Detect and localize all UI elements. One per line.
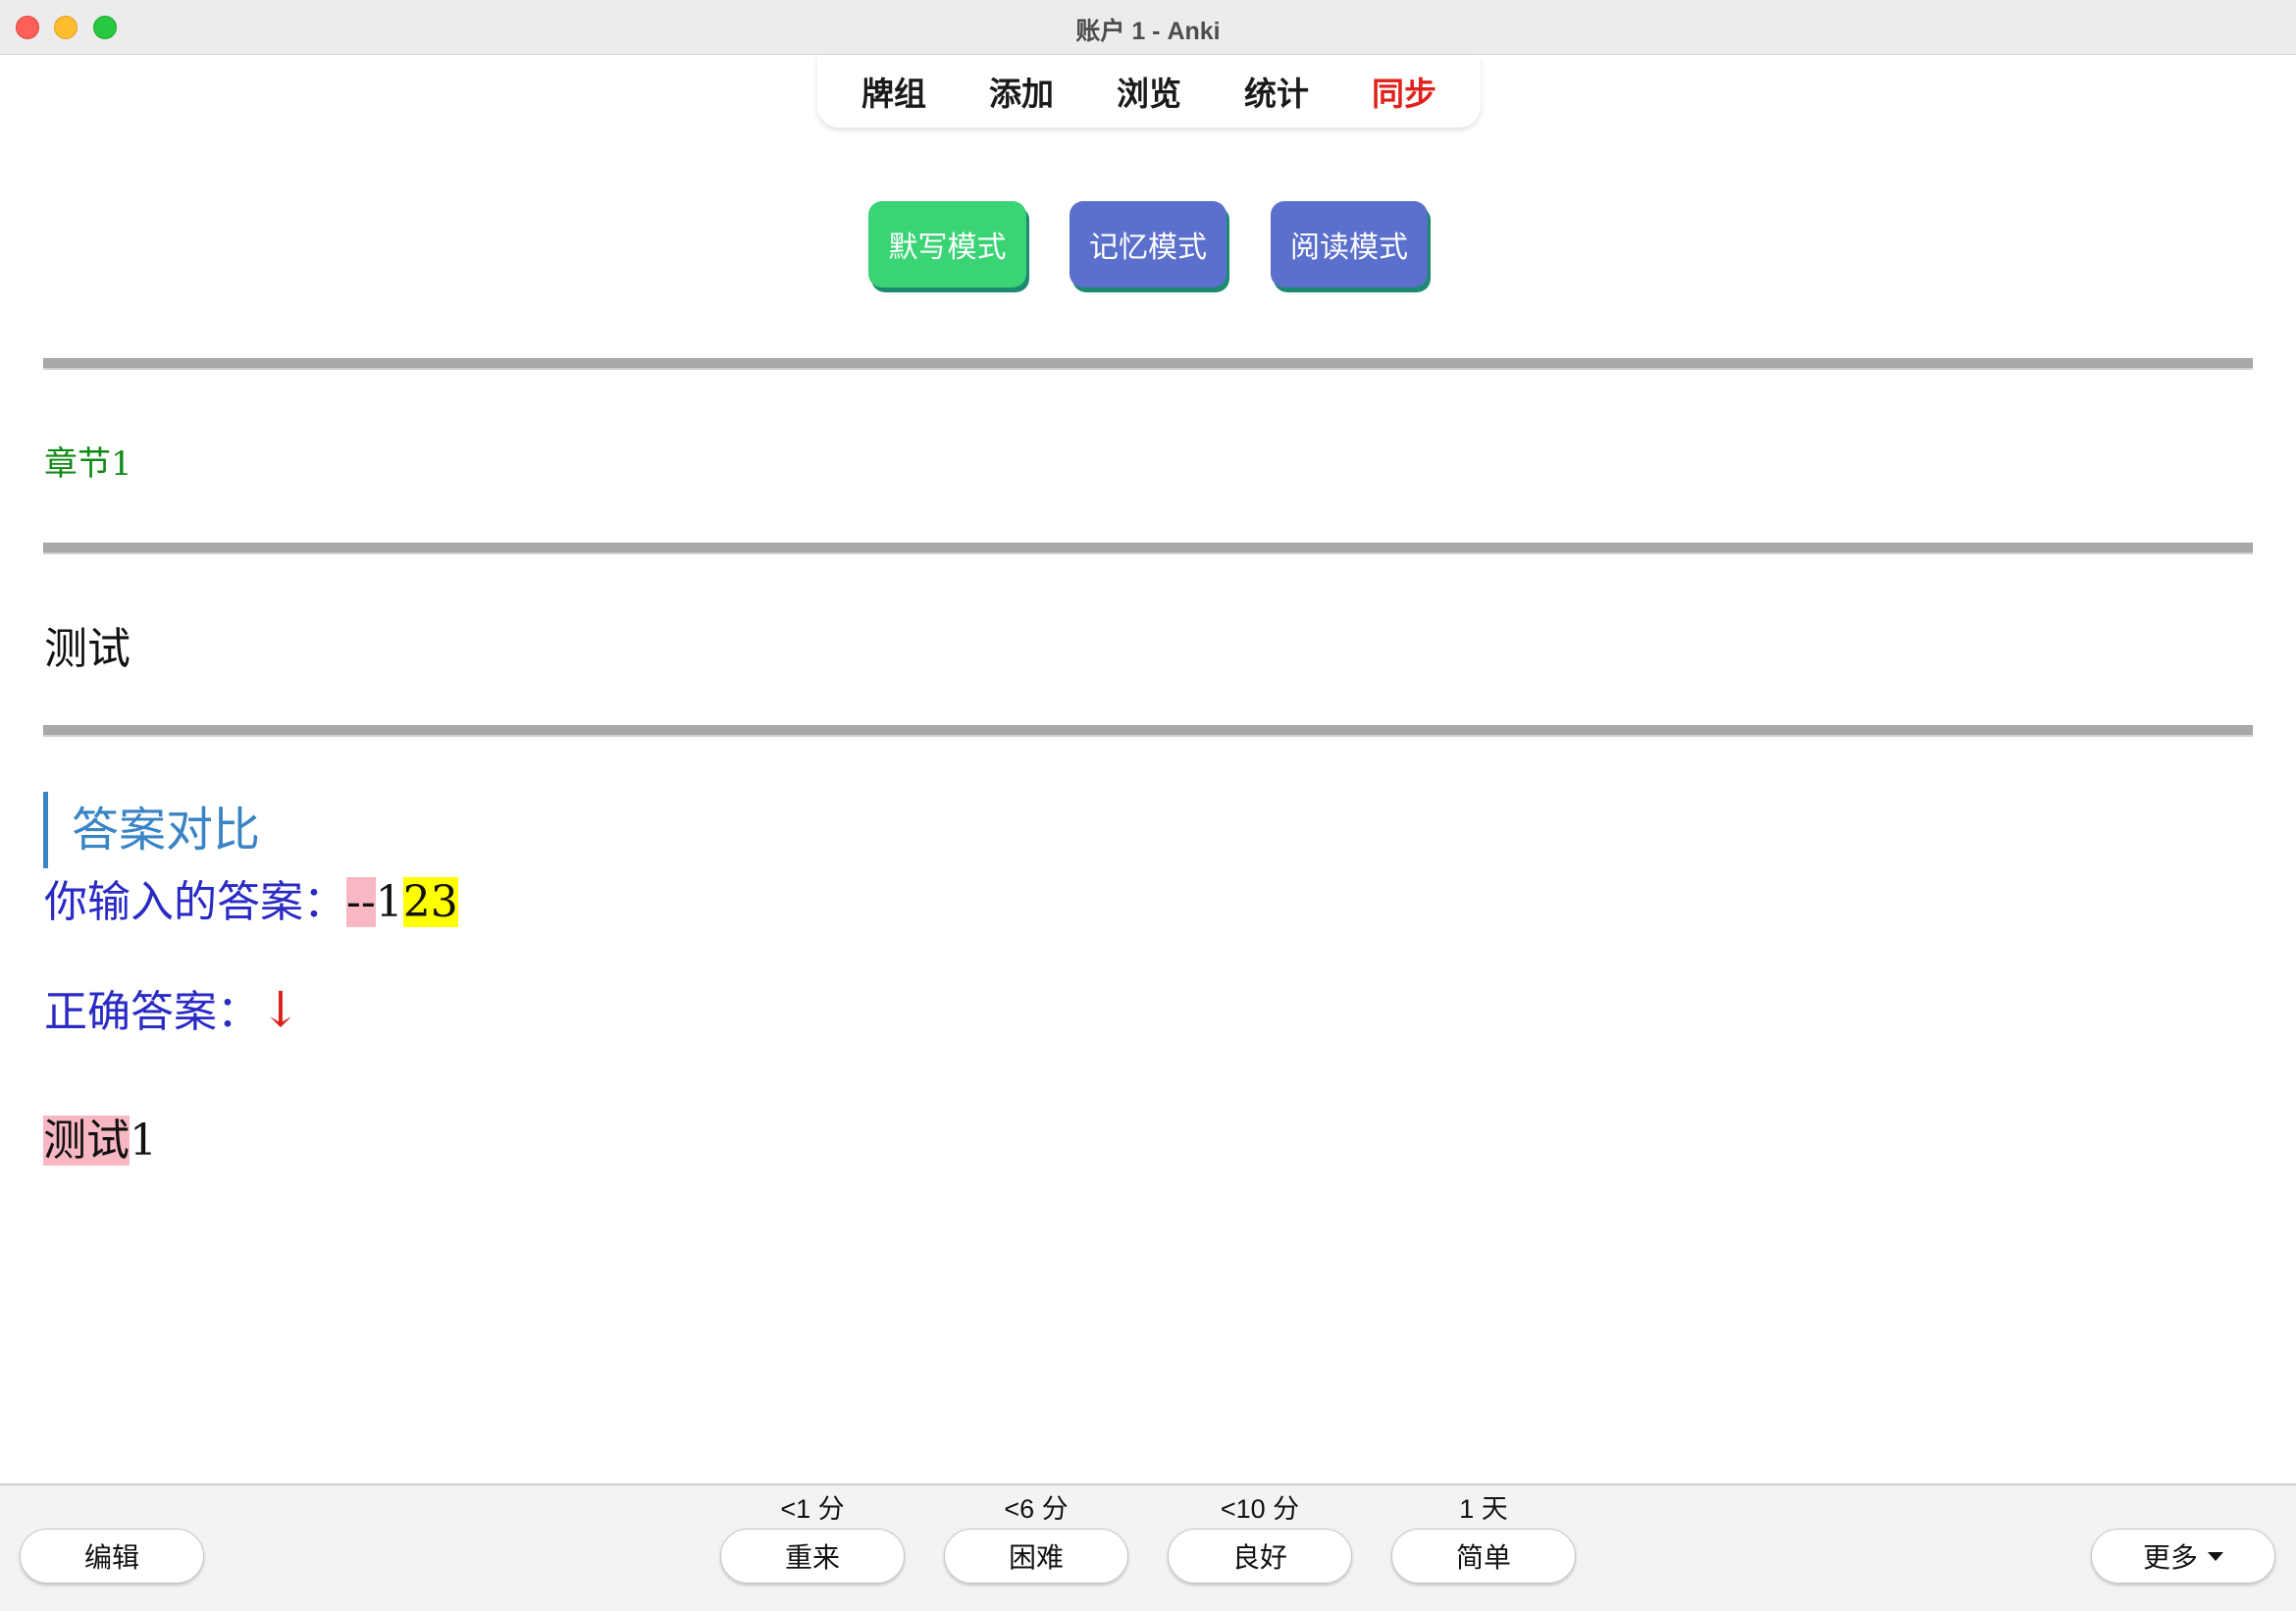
more-button[interactable]: 更多 bbox=[2091, 1529, 2275, 1584]
answer-compare-heading: 答案对比 bbox=[43, 792, 260, 868]
your-answer-label: 你输入的答案： bbox=[44, 877, 346, 927]
nav-add[interactable]: 添加 bbox=[989, 68, 1054, 115]
good-interval: <10 分 bbox=[1220, 1494, 1300, 1524]
divider bbox=[43, 358, 2253, 370]
divider bbox=[43, 543, 2253, 554]
nav-stats[interactable]: 统计 bbox=[1244, 68, 1309, 115]
again-interval: <1 分 bbox=[780, 1494, 845, 1524]
bottom-bar: <1 分 <6 分 <10 分 1 天 编辑 重来 困难 良好 简单 更多 bbox=[0, 1483, 2296, 1611]
good-button[interactable]: 良好 bbox=[1168, 1529, 1352, 1584]
dictation-mode-button[interactable]: 默写模式 bbox=[868, 201, 1026, 287]
reading-mode-button[interactable]: 阅读模式 bbox=[1271, 201, 1428, 287]
correct-diff-part: 测试 bbox=[43, 1116, 130, 1166]
hard-button[interactable]: 困难 bbox=[944, 1529, 1128, 1584]
window-title: 账户 1 - Anki bbox=[1075, 18, 1221, 45]
more-button-label: 更多 bbox=[2142, 1541, 2198, 1574]
question-text: 测试 bbox=[44, 624, 130, 674]
anki-window: 账户 1 - Anki 牌组 添加 浏览 统计 同步 默写模式 记忆模式 阅读模… bbox=[0, 0, 2296, 1611]
nav-decks[interactable]: 牌组 bbox=[861, 68, 926, 115]
correct-answer-line: 正确答案：↓ bbox=[44, 982, 301, 1040]
correct-match-part: 1 bbox=[130, 1116, 157, 1166]
easy-interval: 1 天 bbox=[1459, 1494, 1508, 1524]
correct-answer-label: 正确答案： bbox=[44, 987, 260, 1037]
correct-answer-text: 测试1 bbox=[43, 1114, 157, 1169]
answer-wrong-part: -- bbox=[346, 877, 376, 927]
nav-browse[interactable]: 浏览 bbox=[1117, 68, 1181, 115]
chapter-label: 章节1 bbox=[44, 444, 132, 484]
your-answer-line: 你输入的答案：--123 bbox=[44, 875, 458, 930]
divider bbox=[43, 725, 2253, 737]
top-nav: 牌组 添加 浏览 统计 同步 bbox=[817, 55, 1481, 128]
hard-interval: <6 分 bbox=[1004, 1494, 1069, 1524]
title-bar: 账户 1 - Anki bbox=[0, 0, 2296, 55]
answer-correct-part: 1 bbox=[375, 877, 403, 927]
easy-button[interactable]: 简单 bbox=[1391, 1529, 1576, 1584]
edit-button[interactable]: 编辑 bbox=[20, 1529, 204, 1584]
again-button[interactable]: 重来 bbox=[720, 1529, 905, 1584]
answer-missing-part: 23 bbox=[402, 877, 458, 927]
down-arrow-icon: ↓ bbox=[260, 981, 301, 1038]
memory-mode-button[interactable]: 记忆模式 bbox=[1070, 201, 1226, 287]
caret-down-icon bbox=[2208, 1551, 2223, 1561]
nav-sync[interactable]: 同步 bbox=[1372, 68, 1436, 115]
